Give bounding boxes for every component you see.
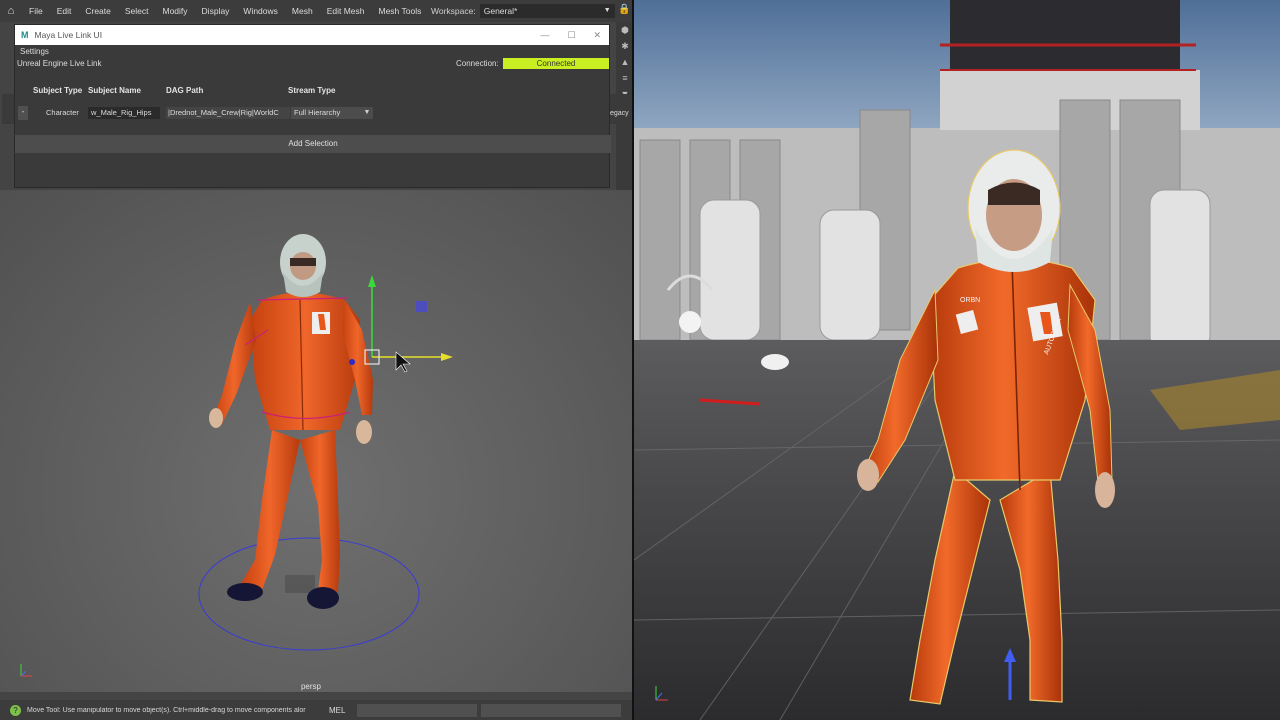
- close-icon[interactable]: ✕: [593, 25, 601, 45]
- unreal-live-link-label: Unreal Engine Live Link: [17, 59, 102, 68]
- menu-edit-mesh[interactable]: Edit Mesh: [320, 0, 372, 22]
- right-dock-tab[interactable]: egacy: [610, 94, 632, 124]
- chevron-down-icon[interactable]: ▼: [361, 107, 373, 119]
- menu-modify[interactable]: Modify: [156, 0, 195, 22]
- maximize-icon[interactable]: ☐: [567, 25, 575, 45]
- mouse-cursor: [395, 351, 411, 373]
- axis-gizmo-icon: [20, 664, 32, 677]
- chevron-down-icon: ▼: [603, 7, 611, 14]
- move-plane-handle[interactable]: [416, 301, 427, 312]
- unreal-viewport[interactable]: ORBN AUTODESK: [634, 0, 1280, 720]
- workspace-value: General*: [483, 6, 518, 16]
- maya-logo-icon: M: [21, 30, 29, 40]
- subject-table-header: Subject Type Subject Name DAG Path Strea…: [15, 86, 609, 100]
- menu-file[interactable]: File: [22, 0, 50, 22]
- add-selection-button[interactable]: Add Selection: [15, 135, 611, 153]
- cloud-icon: [761, 354, 789, 370]
- viewport-scene: [198, 234, 453, 651]
- stream-type-dropdown[interactable]: Full Hierarchy: [291, 107, 361, 119]
- menu-select[interactable]: Select: [118, 0, 156, 22]
- menu-mesh[interactable]: Mesh: [285, 0, 320, 22]
- menu-edit[interactable]: Edit: [50, 0, 79, 22]
- workspace-selector: Workspace: General* ▼: [431, 0, 615, 22]
- row-dag-path: |Drednot_Male_Crew|Rig|WorldC: [166, 107, 290, 119]
- maya-window: ⌂ File Edit Create Select Modify Display…: [0, 0, 634, 720]
- command-line-input[interactable]: [357, 703, 478, 717]
- menu-mesh-tools[interactable]: Mesh Tools: [372, 0, 429, 22]
- menu-create[interactable]: Create: [78, 0, 118, 22]
- settings-menu[interactable]: Settings: [15, 45, 609, 58]
- connection-label: Connection:: [456, 59, 499, 68]
- maya-status-bar: ? Move Tool: Use manipulator to move obj…: [0, 700, 634, 720]
- sun-light-icon: [679, 311, 701, 333]
- live-link-titlebar[interactable]: M Maya Live Link UI — ☐ ✕: [15, 25, 609, 45]
- menu-display[interactable]: Display: [195, 0, 237, 22]
- row-subject-type: Character: [46, 108, 79, 117]
- col-subject-name: Subject Name: [88, 86, 141, 95]
- col-stream-type: Stream Type: [288, 86, 336, 95]
- suit-chest-text-left: ORBN: [960, 297, 980, 304]
- status-help-text: Move Tool: Use manipulator to move objec…: [27, 706, 306, 714]
- unreal-scene: ORBN AUTODESK: [634, 0, 1280, 720]
- left-dock-tab[interactable]: [2, 94, 14, 124]
- home-icon[interactable]: ⌂: [0, 0, 22, 22]
- col-subject-type: Subject Type: [33, 86, 83, 95]
- table-row[interactable]: • Character w_Male_Rig_Hips |Drednot_Mal…: [15, 105, 609, 121]
- workspace-label: Workspace:: [431, 6, 476, 16]
- viewport-camera-label: persp: [300, 682, 321, 691]
- row-handle-icon[interactable]: •: [18, 106, 28, 120]
- help-icon[interactable]: ?: [10, 704, 21, 716]
- workspace-dropdown[interactable]: General* ▼: [479, 4, 615, 18]
- lock-icon[interactable]: 🔒: [618, 4, 630, 15]
- live-link-header: Unreal Engine Live Link Connection: Conn…: [15, 58, 609, 72]
- row-subject-name[interactable]: w_Male_Rig_Hips: [88, 107, 160, 119]
- live-link-window: M Maya Live Link UI — ☐ ✕ Settings Unrea…: [14, 24, 611, 188]
- right-dock-tab-label: egacy: [610, 110, 629, 117]
- command-language-toggle[interactable]: MEL: [329, 706, 345, 715]
- maya-viewport[interactable]: [0, 190, 632, 692]
- live-link-title: Maya Live Link UI: [34, 30, 103, 40]
- menu-windows[interactable]: Windows: [236, 0, 284, 22]
- connection-status-badge: Connected: [503, 58, 609, 69]
- minimize-icon[interactable]: —: [540, 25, 549, 45]
- col-dag-path: DAG Path: [166, 86, 204, 95]
- command-result-field: [481, 703, 622, 717]
